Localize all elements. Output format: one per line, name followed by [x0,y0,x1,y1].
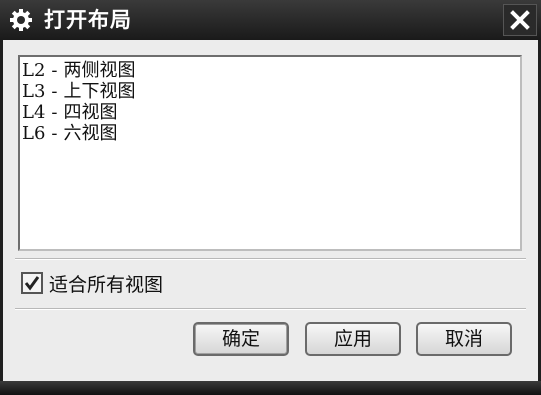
checkmark-icon [24,276,40,291]
close-button[interactable] [503,4,537,36]
list-item[interactable]: L2- 两侧视图 [22,60,520,81]
apply-button[interactable]: 应用 [305,322,401,356]
layout-separator: - [51,81,58,102]
gear-icon [8,7,34,33]
layout-code: L4 [22,102,46,123]
list-item[interactable]: L3- 上下视图 [22,81,520,102]
list-item[interactable]: L6- 六视图 [22,123,520,144]
layout-separator: - [51,60,58,81]
fit-all-views-label: 适合所有视图 [49,273,164,296]
fit-all-views-checkbox[interactable] [21,272,43,294]
divider [15,308,526,310]
ok-button[interactable]: 确定 [193,322,289,356]
layout-name: 六视图 [63,123,118,144]
layout-name: 四视图 [63,102,118,123]
layout-code: L6 [22,123,46,144]
layout-separator: - [51,102,58,123]
layout-code: L3 [22,81,46,102]
dialog-title: 打开布局 [44,8,132,32]
title-bar[interactable]: 打开布局 [0,0,541,40]
window-bottom-border [0,381,541,395]
divider [15,258,526,260]
cancel-button[interactable]: 取消 [416,322,512,356]
layout-name: 上下视图 [63,81,136,102]
list-item[interactable]: L4- 四视图 [22,102,520,123]
open-layout-dialog: 打开布局 L2- 两侧视图 L3- 上下视图 L4- 四视图 L6- 六视图 适合所有视… [0,0,541,395]
layout-code: L2 [22,60,46,81]
fit-all-views-checkbox-row[interactable]: 适合所有视图 [21,270,163,296]
layout-name: 两侧视图 [63,60,136,81]
layout-separator: - [51,123,58,144]
close-icon [510,10,530,30]
layout-list[interactable]: L2- 两侧视图 L3- 上下视图 L4- 四视图 L6- 六视图 [18,55,522,251]
